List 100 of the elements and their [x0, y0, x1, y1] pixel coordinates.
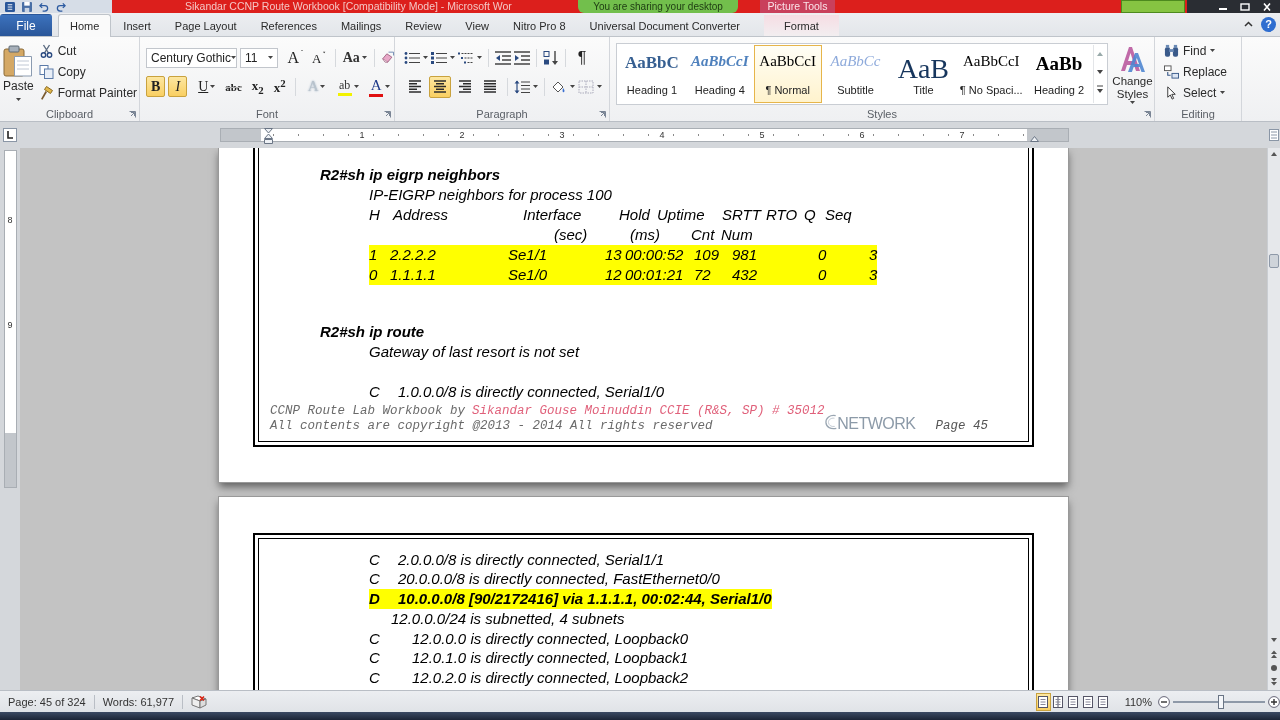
column-header: Cnt: [691, 225, 716, 245]
slider-thumb[interactable]: [1217, 694, 1224, 709]
decrease-indent-icon[interactable]: [495, 50, 511, 65]
dropdown-arrow-icon[interactable]: [477, 56, 482, 59]
find-button[interactable]: Find: [1161, 40, 1241, 61]
ribbon-tab[interactable]: View: [453, 14, 501, 36]
highlight-button[interactable]: ab: [333, 76, 363, 97]
align-center-button[interactable]: [429, 75, 451, 98]
style-option[interactable]: AaBbC Heading 1: [618, 45, 686, 103]
route-text: 12.0.0.0 is directly connected, Loopback0: [412, 628, 688, 649]
dialog-launcher-icon[interactable]: [599, 111, 606, 118]
italic-button[interactable]: I: [168, 76, 188, 97]
underline-button[interactable]: U: [194, 76, 220, 97]
dialog-launcher-icon[interactable]: [384, 111, 391, 118]
paste-button[interactable]: Paste: [3, 40, 34, 107]
font-size-field[interactable]: 11: [240, 47, 279, 68]
font-name-field[interactable]: Century Gothic: [146, 47, 237, 68]
ribbon-tab[interactable]: Review: [393, 14, 454, 36]
dropdown-arrow-icon[interactable]: [423, 56, 428, 59]
style-option[interactable]: AaBb Heading 2: [1025, 45, 1093, 103]
eraser-icon[interactable]: [380, 50, 394, 65]
show-formatting-button[interactable]: ¶: [572, 47, 592, 68]
ribbon-tab[interactable]: References: [248, 14, 329, 36]
dialog-launcher-icon[interactable]: [1144, 111, 1151, 118]
cut-button[interactable]: Cut: [35, 40, 141, 61]
next-page-button[interactable]: [1268, 676, 1280, 688]
style-option[interactable]: AaB Title: [889, 45, 958, 103]
dialog-launcher-icon[interactable]: [129, 111, 136, 118]
browse-object-button[interactable]: [1268, 662, 1280, 674]
ruler-toggle-icon[interactable]: [1269, 129, 1279, 141]
indent-marker-icon[interactable]: [263, 128, 273, 144]
dropdown-arrow-icon[interactable]: [570, 85, 575, 88]
redo-icon[interactable]: [56, 1, 66, 12]
collapse-ribbon-icon[interactable]: [1244, 21, 1253, 27]
replace-icon: [1164, 64, 1179, 79]
center-align-icon: [433, 80, 447, 93]
style-option[interactable]: AaBbCcI ¶ Normal: [753, 45, 822, 103]
font-color-button[interactable]: A: [365, 76, 394, 97]
ribbon-tab[interactable]: Format: [763, 14, 839, 36]
ribbon-tab[interactable]: Mailings: [328, 14, 394, 36]
ribbon-tab[interactable]: Page Layout: [162, 14, 249, 36]
page-count[interactable]: Page: 45 of 324: [0, 694, 95, 709]
dropdown-arrow-icon: [385, 85, 391, 88]
dropdown-arrow-icon: [353, 85, 359, 88]
dropdown-arrow-icon[interactable]: [450, 56, 455, 59]
group-label: Paragraph: [476, 108, 528, 120]
sort-icon[interactable]: [543, 50, 559, 65]
dropdown-arrow-icon[interactable]: [597, 85, 602, 88]
app-icon[interactable]: [5, 1, 15, 12]
ribbon-tab[interactable]: Universal Document Converter: [577, 14, 752, 36]
right-indent-icon[interactable]: [1029, 136, 1039, 142]
numbered-list-icon[interactable]: [431, 50, 447, 65]
maximize-icon[interactable]: [1240, 2, 1250, 11]
zoom-out-icon[interactable]: [1158, 695, 1170, 708]
multilevel-list-icon[interactable]: [458, 50, 474, 65]
change-styles-button[interactable]: Change Styles: [1111, 43, 1154, 107]
table-cell-text: Se1/1: [508, 245, 549, 265]
help-button[interactable]: ?: [1261, 17, 1276, 32]
line-spacing-icon[interactable]: [514, 79, 530, 94]
style-option[interactable]: AaBbCcI ¶ No Spaci...: [957, 45, 1026, 103]
change-case-button[interactable]: Aa: [341, 47, 368, 68]
undo-icon[interactable]: [39, 1, 49, 12]
file-tab[interactable]: File: [0, 14, 52, 36]
ribbon-tab[interactable]: Nitro Pro 8: [501, 14, 578, 36]
paint-bucket-icon[interactable]: [551, 79, 567, 94]
output-line: IP-EIGRP neighbors for process 100: [369, 185, 613, 205]
ribbon-tab[interactable]: Home: [58, 14, 112, 37]
proofing-icon[interactable]: [191, 694, 208, 709]
dropdown-arrow-icon[interactable]: [533, 85, 538, 88]
dropdown-arrow-icon: [1220, 91, 1226, 94]
previous-page-button[interactable]: [1268, 648, 1280, 660]
print-layout-button[interactable]: [1035, 692, 1051, 711]
word-count[interactable]: Words: 61,977: [94, 694, 184, 709]
close-icon[interactable]: [1262, 2, 1272, 11]
scroll-thumb[interactable]: [1269, 254, 1279, 268]
style-option[interactable]: AaBbCcI Heading 4: [685, 45, 754, 103]
copy-button[interactable]: Copy: [35, 61, 141, 82]
bold-button[interactable]: B: [146, 76, 166, 97]
grow-font-button[interactable]: A: [284, 47, 306, 68]
sharing-banner: You are sharing your desktop: [578, 0, 738, 13]
tab-stop-icon[interactable]: [3, 128, 17, 142]
output-line: 12.0.0.0/24 is subnetted, 4 subnets: [391, 608, 626, 629]
route-code: C: [369, 667, 381, 688]
select-button[interactable]: Select: [1161, 82, 1241, 103]
shrink-font-button[interactable]: A: [309, 47, 329, 68]
save-icon[interactable]: [22, 1, 32, 12]
subscript-button[interactable]: x$_{2}$: [248, 76, 268, 97]
painter-button[interactable]: Format Painter: [35, 82, 141, 103]
zoom-level[interactable]: 110%: [1124, 695, 1152, 708]
zoom-in-icon[interactable]: [1268, 695, 1280, 708]
route-text: 20.0.0.0/8 is directly connected, FastEthernet0/0: [398, 569, 720, 590]
increase-indent-icon[interactable]: [514, 50, 530, 65]
dropdown-arrow-icon: [268, 56, 274, 59]
bullet-list-icon[interactable]: [404, 50, 420, 65]
superscript-button[interactable]: x$^{2}$: [270, 76, 290, 97]
ribbon-tab[interactable]: Insert: [111, 14, 163, 36]
replace-button[interactable]: Replace: [1161, 61, 1241, 82]
dropdown-arrow-icon: [231, 56, 237, 59]
ruler-number: 1: [358, 129, 366, 141]
style-option[interactable]: AaBbCc Subtitle: [821, 45, 890, 103]
